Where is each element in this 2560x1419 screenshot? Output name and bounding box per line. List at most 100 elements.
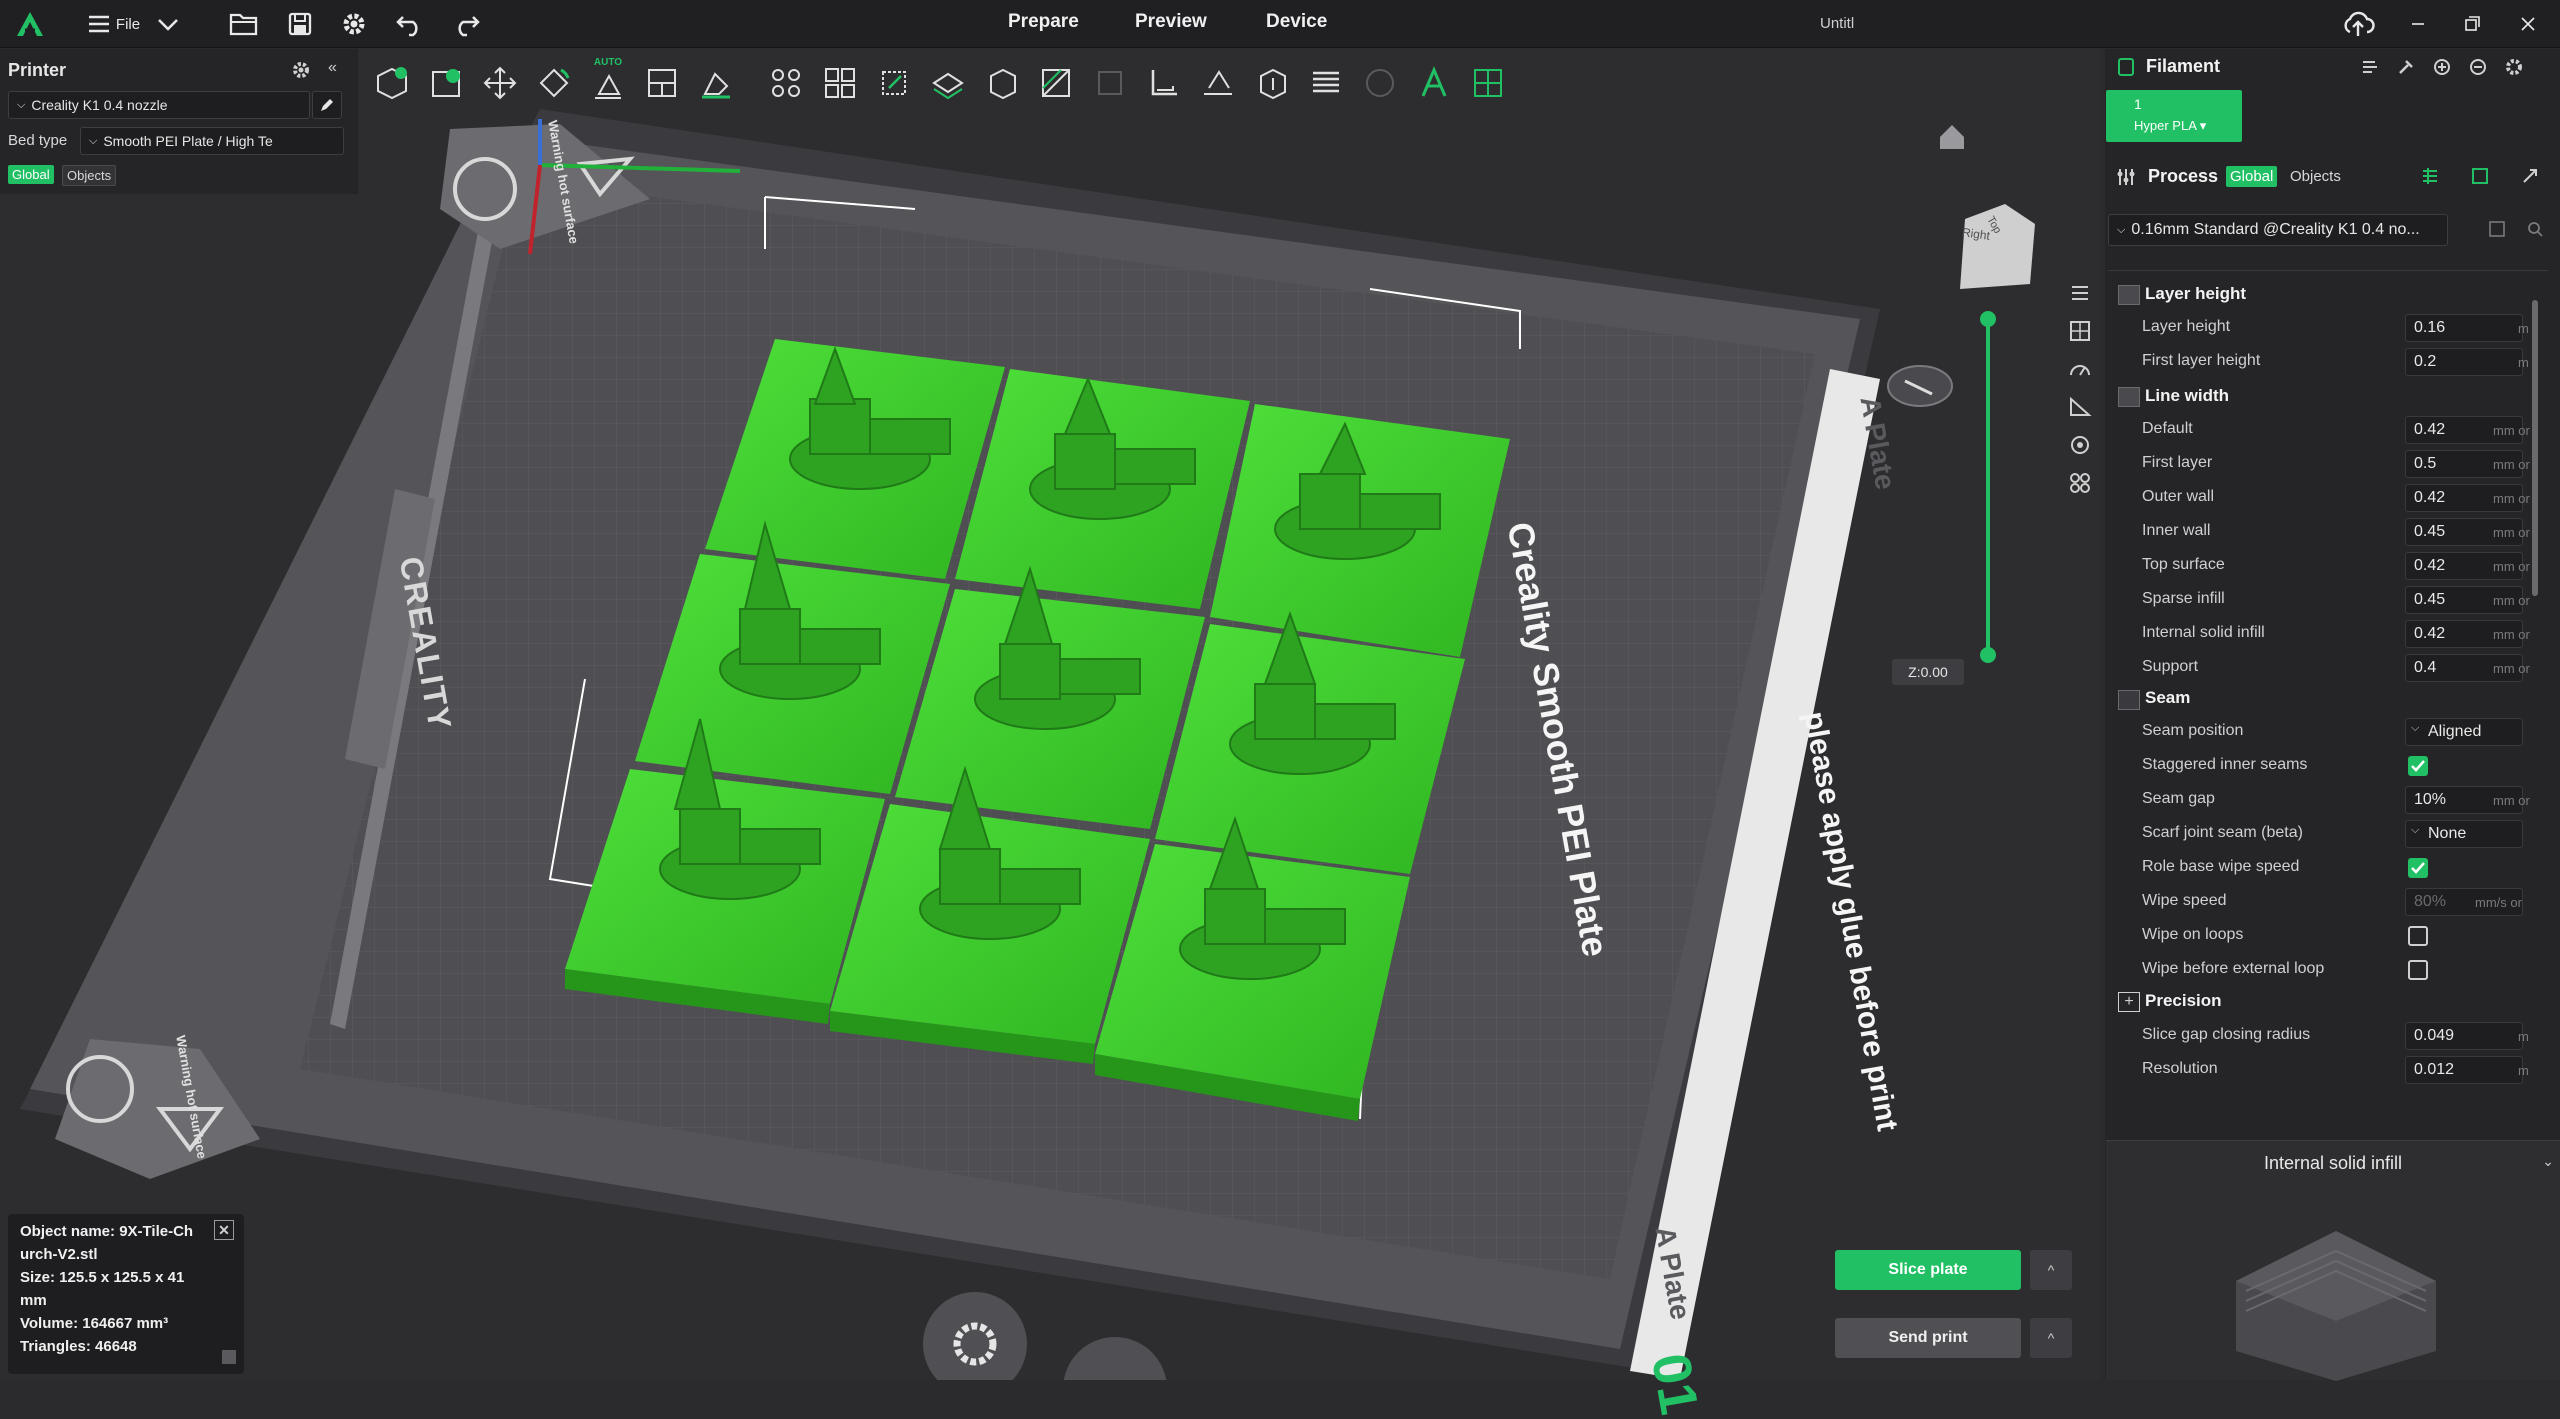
cut-button[interactable] — [978, 61, 1026, 105]
3d-viewport[interactable]: Creality Smooth PEI Plate please apply g… — [0, 49, 2100, 1419]
filament-slot-1[interactable]: 1 Hyper PLA ▾ — [2106, 90, 2242, 142]
add-filament-icon[interactable] — [2432, 57, 2452, 77]
chevron-down-icon: ⌵ — [2117, 223, 2126, 236]
chevron-down-icon: ⌵ — [2411, 824, 2420, 836]
arrange-icon — [483, 66, 517, 100]
collapse-panel-icon[interactable]: « — [328, 59, 337, 77]
bed-type-select[interactable]: ⌵ Smooth PEI Plate / High Te — [80, 127, 344, 155]
gauge-icon[interactable] — [2068, 357, 2092, 383]
seam-paint-button[interactable] — [1194, 61, 1242, 105]
mesh-boolean-button[interactable] — [1032, 61, 1080, 105]
save-preset-icon[interactable] — [2488, 220, 2506, 243]
chevron-down-icon[interactable] — [150, 8, 186, 40]
minimize-icon[interactable] — [2398, 8, 2438, 40]
param-resolution-input[interactable]: 0.012 — [2405, 1056, 2523, 1084]
printer-title: Printer — [8, 60, 67, 80]
object-size-line1: Size: 125.5 x 125.5 x 41 — [20, 1269, 185, 1286]
wipe-before-external-loop-checkbox[interactable] — [2408, 960, 2428, 980]
cloud-upload-icon[interactable] — [2338, 8, 2378, 40]
boolean-icon — [1042, 69, 1070, 97]
ruler-icon — [1151, 70, 1177, 96]
lay-on-face-icon — [702, 72, 730, 99]
printer-settings-icon[interactable] — [290, 59, 312, 86]
param-label: Resolution — [2142, 1060, 2218, 1077]
list-view-icon[interactable] — [2420, 166, 2440, 186]
auto-orient-button[interactable]: AUTO — [584, 57, 632, 105]
param-label: Layer height — [2142, 318, 2231, 335]
scale-button[interactable] — [870, 61, 918, 105]
filament-tool-icon[interactable] — [2396, 57, 2416, 77]
preview-collapse-icon[interactable]: ⌄ — [2542, 1153, 2554, 1170]
remove-filament-icon[interactable] — [2468, 57, 2488, 77]
send-options-caret[interactable]: ^ — [2030, 1318, 2072, 1358]
chevron-down-icon: ⌵ — [2411, 722, 2420, 734]
param-unit: mm or — [2493, 627, 2530, 642]
param-layer-height-input[interactable]: 0.16 — [2405, 314, 2523, 342]
open-folder-icon[interactable] — [226, 8, 262, 40]
tab-preview[interactable]: Preview — [1135, 0, 1207, 48]
compare-icon[interactable] — [2470, 166, 2490, 186]
param-slice-gap-input[interactable]: 0.049 — [2405, 1022, 2523, 1050]
staggered-seams-checkbox[interactable] — [2408, 756, 2428, 776]
process-preset-select[interactable]: ⌵ 0.16mm Standard @Creality K1 0.4 no... — [2108, 214, 2448, 246]
grid-select-icon[interactable] — [2068, 319, 2092, 345]
edit-printer-button[interactable] — [312, 91, 342, 119]
file-menu-button[interactable]: File — [78, 8, 148, 40]
rotate-button[interactable] — [816, 61, 864, 105]
printer-objects-tab[interactable]: Objects — [62, 165, 117, 186]
collapse-info-icon[interactable] — [222, 1350, 236, 1364]
measure-button[interactable] — [1140, 61, 1188, 105]
move-button[interactable] — [762, 61, 810, 105]
gear-icon[interactable] — [336, 8, 372, 40]
slice-options-caret[interactable]: ^ — [2030, 1250, 2072, 1290]
home-view-icon — [1940, 125, 1964, 149]
send-print-button[interactable]: Send print — [1835, 1318, 2021, 1358]
split-button[interactable] — [638, 61, 686, 105]
parameter-scrollbar[interactable] — [2532, 300, 2538, 596]
close-info-icon[interactable]: ✕ — [214, 1220, 234, 1240]
param-seam-position-select[interactable]: Aligned — [2405, 718, 2523, 746]
precision-group-icon: + — [2118, 992, 2140, 1012]
add-plate-button[interactable] — [422, 61, 470, 105]
param-first-layer-height-input[interactable]: 0.2 — [2405, 348, 2523, 376]
maximize-icon[interactable] — [2452, 8, 2492, 40]
assemble-button[interactable] — [1464, 61, 1512, 105]
role-wipe-speed-checkbox[interactable] — [2408, 858, 2428, 878]
printer-select[interactable]: ⌵ Creality K1 0.4 nozzle — [8, 91, 310, 119]
process-objects-tab[interactable]: Objects — [2286, 166, 2345, 187]
layers-icon[interactable] — [2068, 281, 2092, 307]
undo-icon[interactable] — [392, 8, 428, 40]
printer-global-tab[interactable]: Global — [8, 165, 54, 184]
support-paint-button[interactable] — [1086, 61, 1134, 105]
orient-button[interactable] — [530, 61, 578, 105]
slice-plate-button[interactable]: Slice plate — [1835, 1250, 2021, 1290]
place-on-plate-button[interactable] — [924, 61, 972, 105]
tab-prepare[interactable]: Prepare — [1008, 0, 1079, 48]
target-icon[interactable] — [2068, 433, 2092, 459]
add-object-button[interactable] — [368, 61, 416, 105]
variable-layer-button[interactable] — [1302, 61, 1350, 105]
tab-device[interactable]: Device — [1266, 0, 1327, 48]
param-label: First layer height — [2142, 352, 2261, 369]
param-scarf-seam-select[interactable]: None — [2405, 820, 2523, 848]
close-icon[interactable] — [2508, 8, 2548, 40]
process-view-actions — [2420, 166, 2540, 186]
checkmark-icon — [2411, 760, 2425, 772]
color-paint-button[interactable] — [1356, 61, 1404, 105]
fuzzy-skin-button[interactable] — [1248, 61, 1296, 105]
filament-settings-icon[interactable] — [2504, 57, 2524, 77]
measure-icon[interactable] — [2068, 395, 2092, 421]
assembly-icon[interactable] — [2068, 471, 2092, 497]
wipe-on-loops-checkbox[interactable] — [2408, 926, 2428, 946]
lay-on-face-button[interactable] — [692, 61, 740, 105]
process-global-tab[interactable]: Global — [2226, 166, 2278, 187]
text-button[interactable] — [1410, 61, 1458, 105]
redo-icon[interactable] — [448, 8, 484, 40]
search-icon[interactable] — [2526, 220, 2544, 243]
filament-sync-icon[interactable] — [2360, 57, 2380, 77]
param-label: First layer — [2142, 454, 2213, 471]
advanced-toggle-icon[interactable] — [2520, 166, 2540, 186]
arrange-button[interactable] — [476, 61, 524, 105]
save-icon[interactable] — [282, 8, 318, 40]
seam-icon — [1204, 70, 1232, 95]
